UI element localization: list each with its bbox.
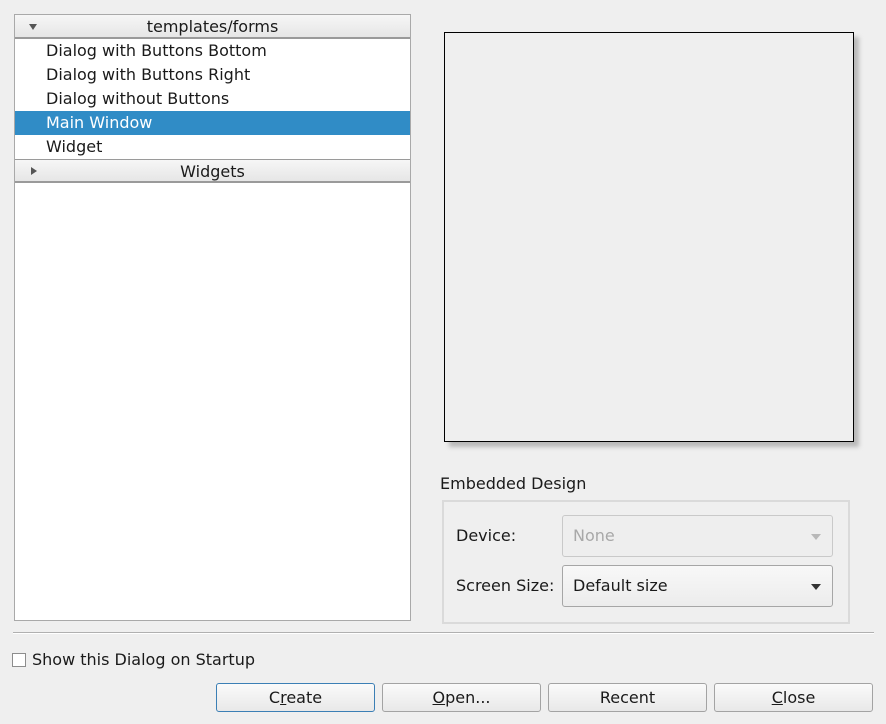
form-preview: [444, 32, 854, 442]
create-button[interactable]: Create: [216, 683, 375, 712]
open-button-mnemonic: O: [432, 688, 446, 707]
collapse-arrow-icon[interactable]: [31, 167, 37, 175]
new-form-dialog: templates/forms Dialog with Buttons Bott…: [0, 0, 886, 724]
tree-item-label: Dialog with Buttons Bottom: [46, 41, 267, 60]
recent-button[interactable]: Recent: [548, 683, 707, 712]
template-tree[interactable]: templates/forms Dialog with Buttons Bott…: [14, 14, 411, 621]
device-label: Device:: [456, 526, 517, 545]
chevron-down-icon: [811, 534, 821, 540]
tree-group-label: templates/forms: [146, 17, 279, 36]
show-on-startup-label[interactable]: Show this Dialog on Startup: [32, 650, 255, 669]
close-button-label-end: lose: [782, 688, 816, 707]
tree-item-dialog-buttons-bottom[interactable]: Dialog with Buttons Bottom: [15, 39, 410, 63]
open-button[interactable]: Open...: [382, 683, 541, 712]
create-button-label-start: C: [268, 688, 281, 707]
open-button-label-end: pen...: [445, 688, 491, 707]
tree-item-label: Widget: [46, 137, 103, 156]
chevron-down-icon: [811, 584, 821, 590]
embedded-design-title: Embedded Design: [440, 474, 587, 493]
tree-group-label: Widgets: [180, 162, 245, 181]
create-button-label-end: eate: [286, 688, 323, 707]
recent-button-label: Recent: [599, 688, 656, 707]
device-combo-value: None: [573, 526, 615, 545]
tree-item-widget[interactable]: Widget: [15, 135, 410, 159]
screen-size-label: Screen Size:: [456, 576, 555, 595]
separator: [13, 632, 874, 634]
device-combo[interactable]: None: [562, 515, 833, 557]
close-button-mnemonic: C: [771, 688, 783, 707]
tree-item-dialog-buttons-right[interactable]: Dialog with Buttons Right: [15, 63, 410, 87]
tree-item-label: Dialog with Buttons Right: [46, 65, 251, 84]
tree-item-label: Dialog without Buttons: [46, 89, 230, 108]
show-on-startup-checkbox[interactable]: [12, 653, 26, 667]
screen-size-combo[interactable]: Default size: [562, 565, 833, 607]
close-button[interactable]: Close: [714, 683, 873, 712]
expand-arrow-icon[interactable]: [29, 24, 37, 30]
tree-group-templates-forms[interactable]: templates/forms: [15, 15, 410, 39]
tree-item-dialog-without-buttons[interactable]: Dialog without Buttons: [15, 87, 410, 111]
screen-size-combo-value: Default size: [573, 576, 668, 595]
tree-item-label: Main Window: [46, 113, 153, 132]
tree-group-widgets[interactable]: Widgets: [15, 159, 410, 183]
tree-item-main-window[interactable]: Main Window: [15, 111, 410, 135]
